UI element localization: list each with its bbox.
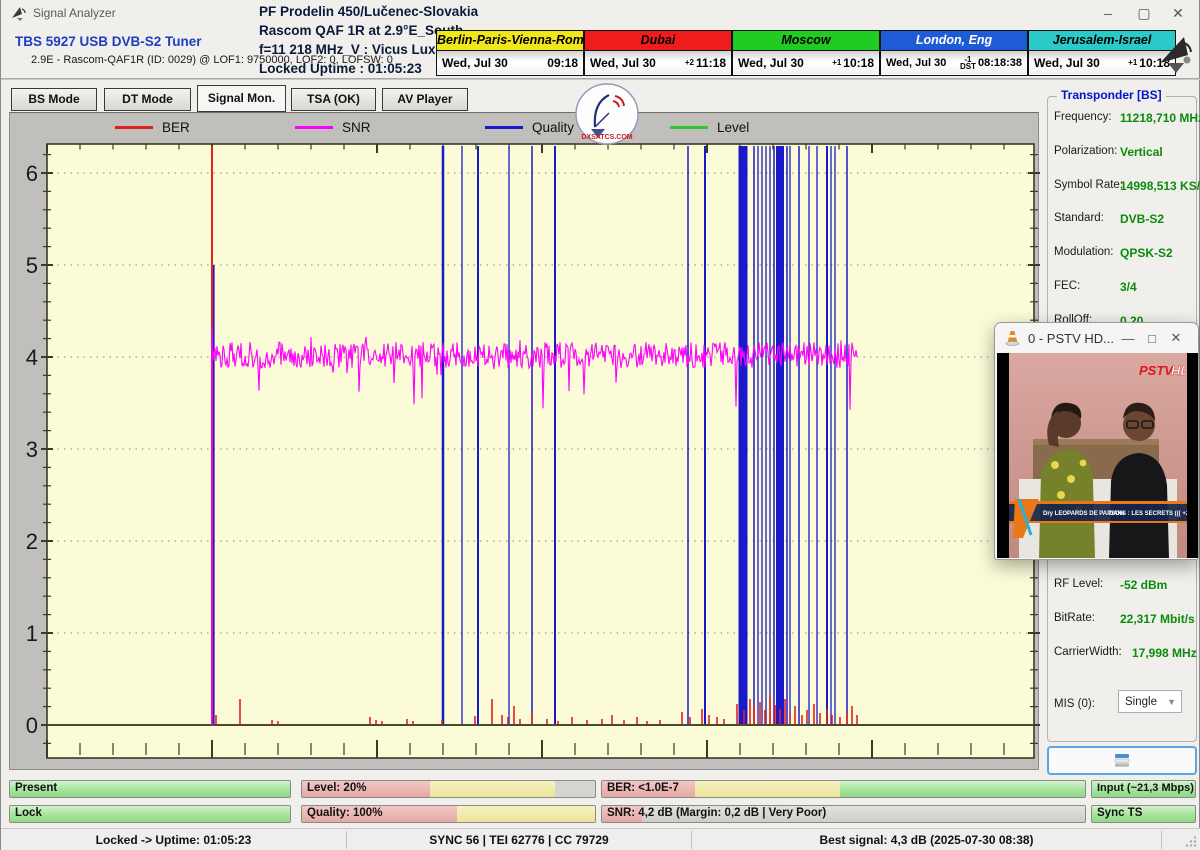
vlc-window-title: 0 - PSTV HD...	[1028, 331, 1114, 346]
svg-text:2: 2	[26, 529, 38, 554]
status-best-signal: Best signal: 4,3 dB (2025-07-30 08:38)	[692, 833, 1161, 847]
mis-label: MIS (0):	[1054, 698, 1095, 710]
vlc-minimize-button[interactable]: —	[1116, 331, 1140, 346]
sync-ts-indicator: Sync TS	[1091, 805, 1196, 823]
vlc-video-area[interactable]: PSTV HD Dry LEOPARDS DE PAPSON DANS : LE…	[997, 353, 1198, 558]
present-indicator: Present	[9, 780, 291, 798]
titlebar: Signal Analyzer – ▢ ✕	[1, 0, 1200, 26]
vlc-player-window[interactable]: 0 - PSTV HD... — □ ✕	[994, 322, 1199, 560]
clock-city: London, Eng	[881, 31, 1027, 51]
input-indicator: Input (~21,3 Mbps)	[1091, 780, 1196, 798]
param-rf-level: RF Level:-52 dBm	[1054, 578, 1194, 594]
param-polarization: Polarization:Vertical	[1054, 145, 1194, 161]
mis-dropdown[interactable]: Single ▼	[1118, 690, 1182, 713]
quality-bar: Quality: 100%	[301, 805, 596, 823]
lock-indicator: Lock	[9, 805, 291, 823]
param-frequency: Frequency:11218,710 MHz	[1054, 111, 1194, 127]
close-button[interactable]: ✕	[1161, 0, 1195, 26]
disk-stack-icon	[1113, 753, 1131, 768]
world-clock-london: London, Eng Wed, Jul 30 -1DST 08:18:38	[880, 30, 1028, 76]
stream-record-button[interactable]	[1047, 746, 1197, 775]
tab-dt-mode[interactable]: DT Mode	[104, 88, 191, 111]
status-bar: Locked -> Uptime: 01:05:23 SYNC 56 | TEI…	[1, 828, 1200, 850]
app-icon	[10, 5, 27, 22]
video-frame: PSTV HD Dry LEOPARDS DE PAPSON DANS : LE…	[1009, 353, 1187, 558]
svg-text:6: 6	[26, 161, 38, 186]
status-sync-counters: SYNC 56 | TEI 62776 | CC 79729	[347, 833, 691, 847]
param-bitrate: BitRate:22,317 Mbit/s	[1054, 612, 1194, 628]
tab-signal-mon[interactable]: Signal Mon.	[197, 85, 286, 112]
tab-bs-mode[interactable]: BS Mode	[11, 88, 97, 111]
tab-tsa[interactable]: TSA (OK)	[291, 88, 376, 111]
world-clock-berlin: Berlin-Paris-Vienna-Roma Wed, Jul 30 09:…	[436, 30, 584, 76]
signal-chart: 0 1 2 3 4 5 6	[10, 113, 1040, 771]
status-divider	[1161, 831, 1162, 849]
snr-bar: SNR: 4,2 dB (Margin: 0,2 dB | Very Poor)	[601, 805, 1086, 823]
chevron-down-icon: ▼	[1167, 697, 1176, 707]
svg-text:DANS : LES SECRETS ((( +243820: DANS : LES SECRETS ((( +243820270247	[1109, 511, 1187, 517]
minimize-button[interactable]: –	[1091, 0, 1125, 26]
vlc-cone-icon	[1005, 330, 1020, 346]
clock-city: Dubai	[585, 31, 731, 51]
svg-text:HD: HD	[1171, 363, 1187, 378]
site-info-line: PF Prodelin 450/Lučenec-Slovakia	[259, 2, 519, 21]
level-bar: Level: 20%	[301, 780, 596, 798]
param-modulation: Modulation:QPSK-S2	[1054, 246, 1194, 262]
svg-text:1: 1	[26, 621, 38, 646]
clock-city: Moscow	[733, 31, 879, 51]
svg-text:DXSATCS.COM: DXSATCS.COM	[581, 134, 632, 141]
dxsatcs-logo: DXSATCS.COM	[575, 83, 639, 145]
vlc-maximize-button[interactable]: □	[1140, 331, 1164, 346]
param-standard: Standard:DVB-S2	[1054, 212, 1194, 228]
window-title: Signal Analyzer	[33, 6, 116, 20]
vlc-titlebar[interactable]: 0 - PSTV HD... — □ ✕	[995, 323, 1198, 353]
svg-text:4: 4	[26, 345, 38, 370]
maximize-button[interactable]: ▢	[1127, 0, 1161, 26]
ber-bar: BER: <1.0E-7	[601, 780, 1086, 798]
svg-text:0: 0	[26, 713, 38, 738]
svg-text:5: 5	[26, 253, 38, 278]
vlc-close-button[interactable]: ✕	[1164, 330, 1188, 346]
header-divider	[1, 78, 1200, 80]
world-clock-moscow: Moscow Wed, Jul 30 +1 10:18	[732, 30, 880, 76]
world-clock-dubai: Dubai Wed, Jul 30 +2 11:18	[584, 30, 732, 76]
clock-city: Berlin-Paris-Vienna-Roma	[437, 31, 583, 51]
resize-grip[interactable]	[1185, 835, 1198, 848]
signal-chart-panel: BER SNR Quality Level 0123456	[9, 112, 1039, 770]
param-fec: FEC:3/4	[1054, 280, 1194, 296]
svg-text:3: 3	[26, 437, 38, 462]
param-symbol-rate: Symbol Rate:14998,513 KS/s	[1054, 179, 1194, 195]
tab-av-player[interactable]: AV Player	[382, 88, 468, 111]
satellite-dish-icon	[1154, 33, 1196, 75]
tuner-title: TBS 5927 USB DVB-S2 Tuner	[15, 34, 202, 49]
status-uptime: Locked -> Uptime: 01:05:23	[1, 833, 346, 847]
transponder-title: Transponder [BS]	[1057, 88, 1166, 102]
svg-text:PSTV: PSTV	[1139, 363, 1174, 378]
param-carrier-width: CarrierWidth:17,998 MHz	[1054, 646, 1194, 662]
